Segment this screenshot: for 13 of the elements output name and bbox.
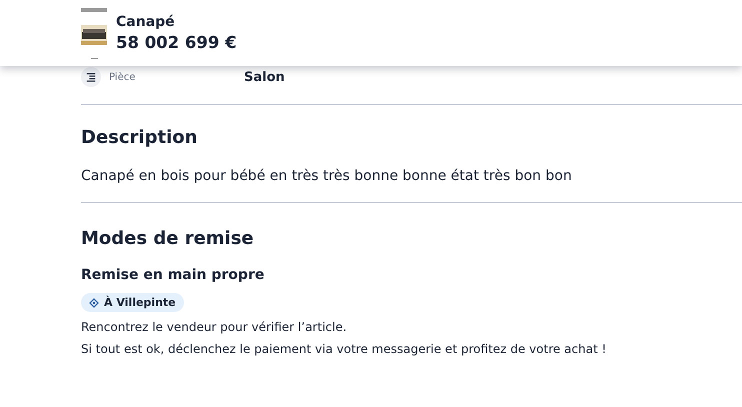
location-icon: [89, 298, 99, 308]
info-text: Rencontrez le vendeur pour vérifier l’article.: [81, 319, 348, 336]
product-price: 58 002 699 €: [116, 33, 237, 52]
delivery-method: Remise en main propre: [81, 267, 266, 283]
attribute-label: Pièce: [109, 72, 136, 82]
section-heading: Description: [81, 127, 198, 148]
product-title: Canapé: [116, 14, 176, 30]
list-icon: [81, 67, 101, 87]
section-heading: Modes de remise: [81, 228, 255, 249]
description-text: Canapé en bois pour bébé en très très bonne bonne état très bon bon: [81, 168, 573, 184]
attribute-value: Salon: [244, 70, 285, 84]
location-text: À Villepinte: [104, 296, 176, 309]
info-text: Si tout est ok, déclenchez le paiement via votre messagerie et profitez de votre achat !: [81, 341, 608, 358]
